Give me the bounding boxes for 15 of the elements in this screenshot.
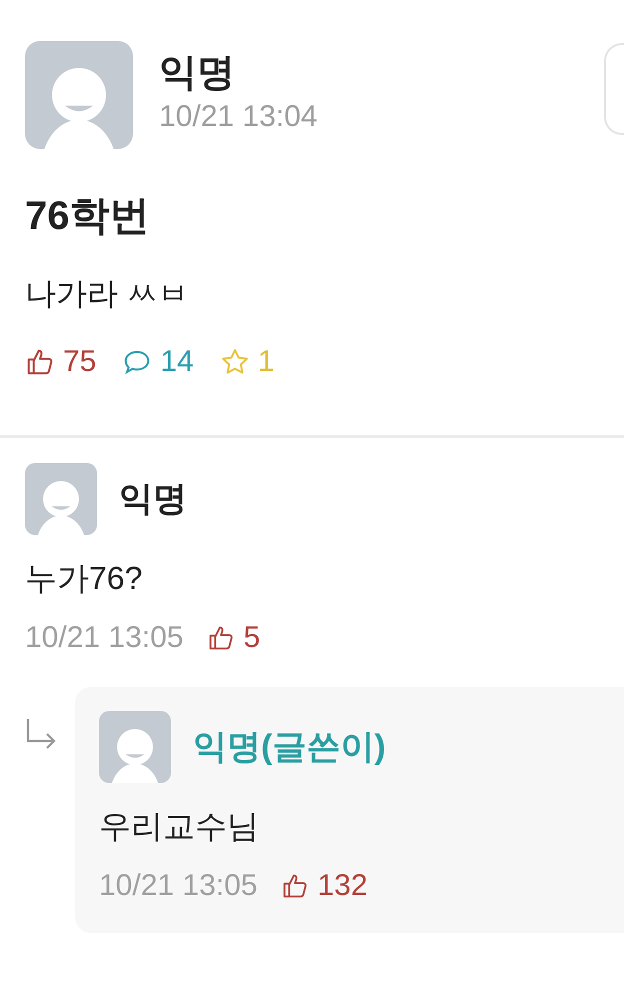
commenter-name: 익명 bbox=[119, 479, 187, 520]
comment-count: 14 bbox=[160, 345, 194, 379]
comment-text: 우리교수님 bbox=[99, 807, 260, 846]
scrap-count: 1 bbox=[258, 345, 274, 379]
comment-time: 10/21 13:05 bbox=[99, 869, 258, 903]
like-count: 75 bbox=[63, 345, 96, 379]
comment-time: 10/21 13:05 bbox=[25, 621, 184, 655]
commenter-name: 익명(글쓴이) bbox=[193, 727, 386, 768]
like-count: 5 bbox=[243, 621, 260, 655]
author-name: 익명 bbox=[159, 51, 236, 96]
comment-text: 누가76? bbox=[25, 559, 144, 598]
post-time: 10/21 13:04 bbox=[159, 99, 318, 135]
like-count: 132 bbox=[317, 869, 368, 903]
post-title: 76학번 bbox=[25, 193, 150, 240]
post-body: 나가라 ㅆㅂ bbox=[25, 275, 190, 313]
